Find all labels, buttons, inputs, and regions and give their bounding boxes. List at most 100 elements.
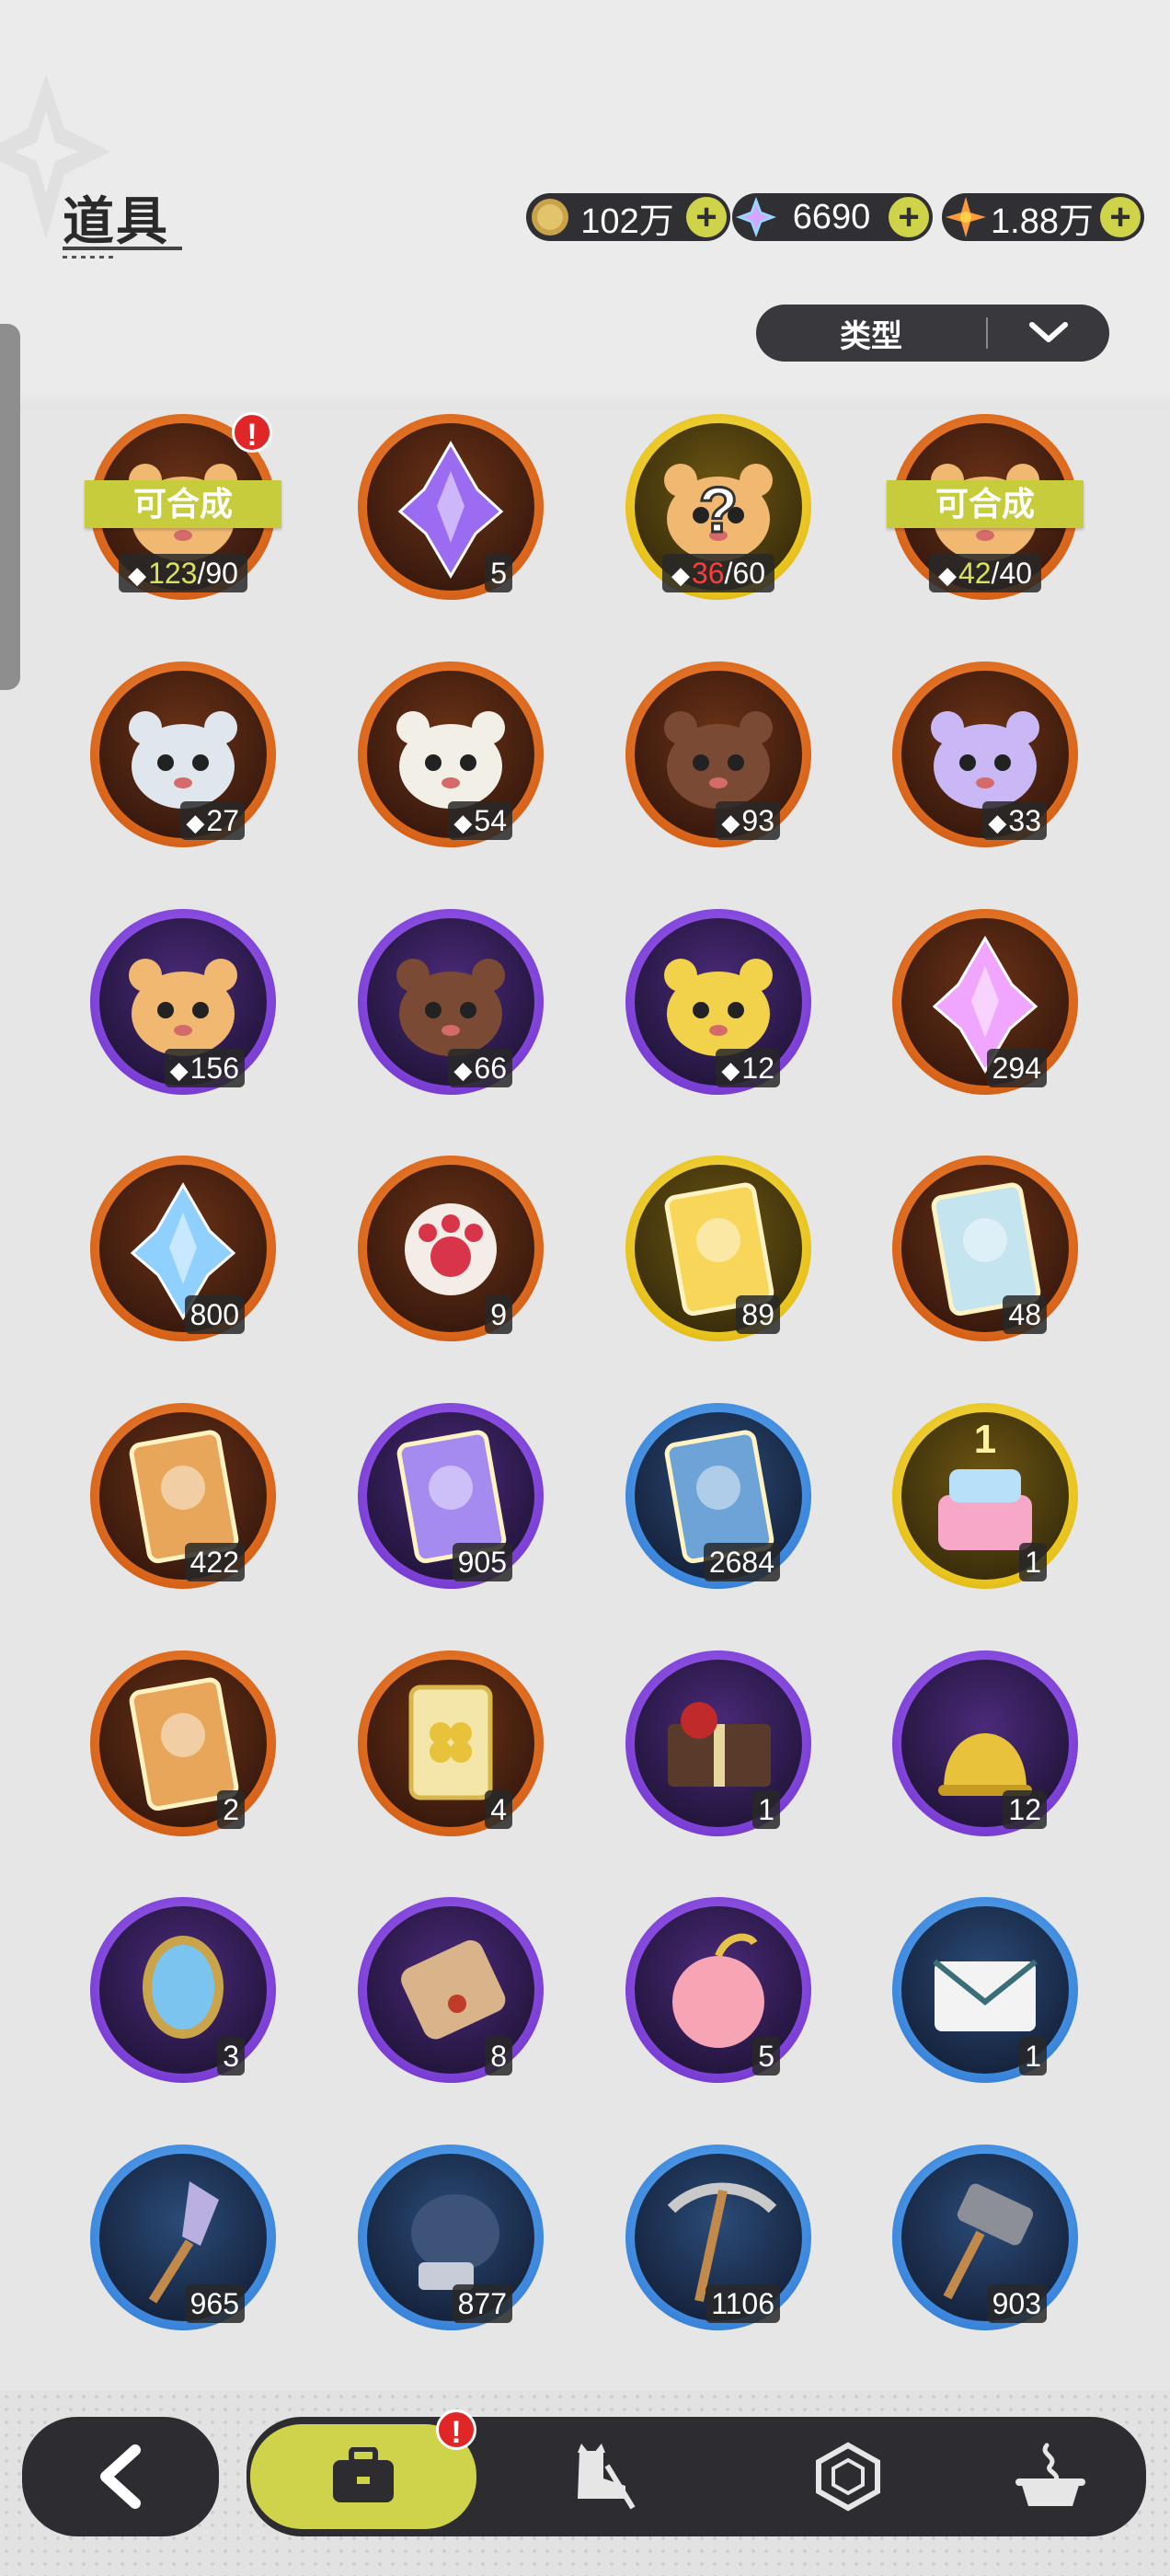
fragment-have: 36	[691, 557, 725, 590]
item-count-value: 294	[992, 1052, 1041, 1085]
item-slot[interactable]: 2	[90, 1650, 276, 1836]
item-slot[interactable]: 294	[892, 909, 1078, 1095]
item-slot[interactable]: 1	[892, 1897, 1078, 2083]
back-arrow-icon	[100, 2444, 141, 2509]
item-slot[interactable]: 5	[625, 1897, 811, 2083]
item-count: 3	[217, 2037, 245, 2076]
item-count-value: 1	[1025, 2040, 1041, 2073]
currency-value: 102万	[580, 201, 674, 241]
fragment-progress: ◆36/60	[661, 554, 775, 592]
puzzle-icon: ◆	[453, 809, 473, 836]
item-slot[interactable]: ◆27	[90, 661, 276, 847]
item-count: 1	[752, 1790, 780, 1829]
item-count: 4	[485, 1790, 512, 1829]
tab-equipment[interactable]	[535, 2424, 664, 2529]
item-slot[interactable]: 3	[90, 1897, 276, 2083]
currency-star[interactable]: 1.88万 +	[942, 193, 1144, 241]
item-count-value: 12	[1008, 1793, 1041, 1826]
puzzle-icon: ◆	[671, 561, 690, 589]
add-star-button[interactable]: +	[1100, 197, 1141, 237]
item-count-value: 12	[741, 1052, 774, 1085]
item-slot[interactable]: ◆93	[625, 661, 811, 847]
item-count-value: 5	[490, 557, 507, 590]
item-count-value: 3	[223, 2040, 239, 2073]
item-slot[interactable]: 12	[892, 1650, 1078, 1836]
item-slot[interactable]: 1	[625, 1650, 811, 1836]
item-slot[interactable]: 可合成 ◆123/90!	[85, 412, 281, 600]
pot-icon	[1015, 2443, 1085, 2506]
puzzle-icon: ◆	[128, 561, 147, 589]
item-count: ◆33	[982, 801, 1047, 840]
item-count-value: 93	[741, 804, 774, 837]
item-count-value: 5	[758, 2040, 774, 2073]
item-slot[interactable]: ◆54	[358, 661, 544, 847]
item-slot[interactable]: 48	[892, 1156, 1078, 1341]
item-slot[interactable]: ◆156	[90, 909, 276, 1095]
currency-value: 6690	[792, 197, 871, 236]
puzzle-icon: ◆	[721, 1056, 740, 1084]
item-slot[interactable]: 877	[358, 2145, 544, 2330]
item-slot[interactable]: 可合成 ◆42/40	[887, 414, 1084, 600]
item-count-value: 800	[189, 1298, 239, 1331]
item-count-value: 33	[1008, 804, 1041, 837]
item-count: ◆27	[180, 801, 245, 840]
title-dots	[63, 256, 118, 259]
puzzle-icon: ◆	[186, 809, 205, 836]
item-slot[interactable]: 965	[90, 2145, 276, 2330]
item-slot[interactable]: 4	[358, 1650, 544, 1836]
item-count: 48	[1003, 1295, 1047, 1334]
item-slot[interactable]: ? ◆36/60	[625, 414, 811, 600]
item-slot[interactable]: 11	[892, 1403, 1078, 1589]
item-count-value: 48	[1008, 1298, 1041, 1331]
puzzle-icon: ◆	[988, 809, 1007, 836]
item-count: 965	[184, 2284, 245, 2323]
title-underline	[63, 247, 182, 250]
item-slot[interactable]: 422	[90, 1403, 276, 1589]
fragment-need: /60	[724, 557, 766, 590]
item-count-value: 2	[223, 1793, 239, 1826]
item-count-value: 1	[1025, 1546, 1041, 1579]
currency-value: 1.88万	[991, 201, 1094, 241]
item-slot[interactable]: ◆66	[358, 909, 544, 1095]
item-slot[interactable]: ◆33	[892, 661, 1078, 847]
type-filter-dropdown[interactable]: 类型	[756, 305, 1109, 362]
header-shadow	[0, 391, 1170, 409]
item-count: 877	[452, 2284, 512, 2323]
item-count: ◆66	[448, 1049, 512, 1087]
item-slot[interactable]: 89	[625, 1156, 811, 1341]
bag-icon	[333, 2447, 394, 2502]
coin-icon	[528, 195, 572, 239]
item-slot[interactable]: 800	[90, 1156, 276, 1341]
item-slot[interactable]: 903	[892, 2145, 1078, 2330]
item-slot[interactable]: 8	[358, 1897, 544, 2083]
item-slot[interactable]: 5	[358, 414, 544, 600]
tab-crystal[interactable]	[784, 2424, 912, 2529]
item-count-value: 903	[992, 2287, 1041, 2320]
item-slot[interactable]: 1106	[625, 2145, 811, 2330]
currency-crystal[interactable]: 6690 +	[732, 193, 933, 241]
item-slot[interactable]: 905	[358, 1403, 544, 1589]
item-count: 89	[736, 1295, 780, 1334]
currency-coin[interactable]: 102万 +	[526, 193, 730, 241]
item-count-value: 54	[474, 804, 507, 837]
filter-label: 类型	[840, 318, 902, 354]
item-slot[interactable]: 2684	[625, 1403, 811, 1589]
page-title: 道具	[63, 192, 169, 250]
item-slot[interactable]: 9	[358, 1156, 544, 1341]
item-count: ◆12	[716, 1049, 780, 1087]
side-drawer-handle[interactable]	[0, 324, 20, 690]
item-count: 5	[752, 2037, 780, 2076]
item-count-value: 9	[490, 1298, 507, 1331]
chevron-down-icon	[988, 321, 1109, 345]
svg-text:1: 1	[974, 1417, 996, 1462]
item-count-value: 27	[206, 804, 239, 837]
item-slot[interactable]: ◆12	[625, 909, 811, 1095]
add-crystal-button[interactable]: +	[889, 197, 929, 237]
fragment-need: /40	[991, 557, 1033, 590]
back-button[interactable]	[22, 2417, 219, 2536]
item-count-value: 89	[741, 1298, 774, 1331]
add-coin-button[interactable]: +	[686, 197, 727, 237]
tab-cooking[interactable]	[986, 2424, 1115, 2529]
item-count: 905	[452, 1543, 512, 1581]
puzzle-icon: ◆	[453, 1056, 473, 1084]
